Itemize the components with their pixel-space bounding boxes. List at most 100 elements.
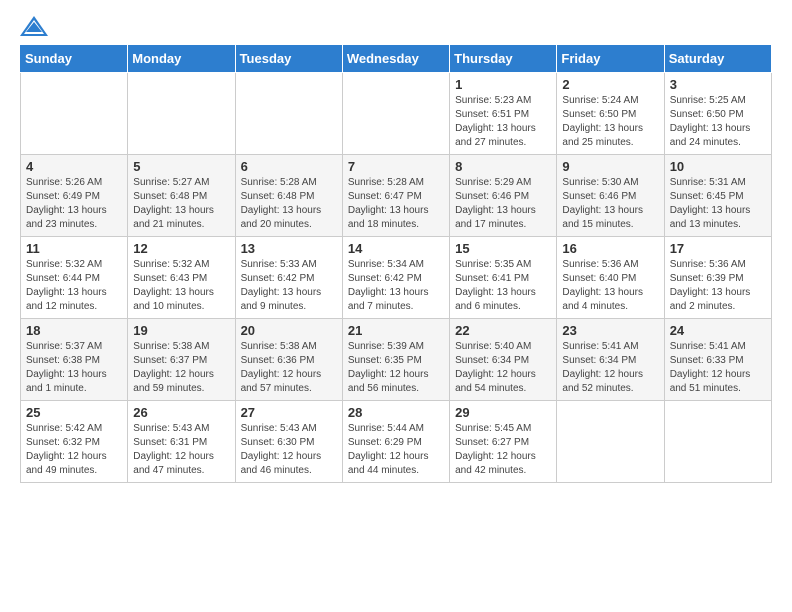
day-info: Sunrise: 5:45 AM Sunset: 6:27 PM Dayligh… <box>455 422 551 478</box>
day-info: Sunrise: 5:33 AM Sunset: 6:42 PM Dayligh… <box>241 258 337 314</box>
day-info: Sunrise: 5:28 AM Sunset: 6:47 PM Dayligh… <box>348 176 444 232</box>
logo <box>20 16 52 36</box>
day-cell: 1 Sunrise: 5:23 AM Sunset: 6:51 PM Daylig… <box>450 73 557 155</box>
day-number: 13 <box>241 241 337 256</box>
day-number: 29 <box>455 405 551 420</box>
day-number: 20 <box>241 323 337 338</box>
day-cell: 3 Sunrise: 5:25 AM Sunset: 6:50 PM Daylig… <box>664 73 771 155</box>
day-info: Sunrise: 5:27 AM Sunset: 6:48 PM Dayligh… <box>133 176 229 232</box>
day-cell: 21 Sunrise: 5:39 AM Sunset: 6:35 PM Dayli… <box>342 319 449 401</box>
week-row-2: 4Sunrise: 5:26 AM Sunset: 6:49 PM Daylig… <box>21 155 772 237</box>
header-row: SundayMondayTuesdayWednesdayThursdayFrid… <box>21 45 772 73</box>
day-number: 6 <box>241 159 337 174</box>
day-info: Sunrise: 5:43 AM Sunset: 6:31 PM Dayligh… <box>133 422 229 478</box>
day-cell: 11 Sunrise: 5:32 AM Sunset: 6:44 PM Dayli… <box>21 237 128 319</box>
day-info: Sunrise: 5:34 AM Sunset: 6:42 PM Dayligh… <box>348 258 444 314</box>
day-cell: 23 Sunrise: 5:41 AM Sunset: 6:34 PM Dayli… <box>557 319 664 401</box>
day-number: 9 <box>562 159 658 174</box>
calendar-header: SundayMondayTuesdayWednesdayThursdayFrid… <box>21 45 772 73</box>
day-cell: 5 Sunrise: 5:27 AM Sunset: 6:48 PM Daylig… <box>128 155 235 237</box>
day-info: Sunrise: 5:36 AM Sunset: 6:40 PM Dayligh… <box>562 258 658 314</box>
header-cell-saturday: Saturday <box>664 45 771 73</box>
day-cell: 19 Sunrise: 5:38 AM Sunset: 6:37 PM Dayli… <box>128 319 235 401</box>
day-info: Sunrise: 5:40 AM Sunset: 6:34 PM Dayligh… <box>455 340 551 396</box>
day-cell: 9 Sunrise: 5:30 AM Sunset: 6:46 PM Daylig… <box>557 155 664 237</box>
day-number: 28 <box>348 405 444 420</box>
day-cell <box>235 73 342 155</box>
day-info: Sunrise: 5:39 AM Sunset: 6:35 PM Dayligh… <box>348 340 444 396</box>
day-info: Sunrise: 5:32 AM Sunset: 6:43 PM Dayligh… <box>133 258 229 314</box>
day-cell: 28Sunrise: 5:44 AM Sunset: 6:29 PM Dayli… <box>342 401 449 483</box>
day-cell: 15Sunrise: 5:35 AM Sunset: 6:41 PM Dayli… <box>450 237 557 319</box>
day-info: Sunrise: 5:42 AM Sunset: 6:32 PM Dayligh… <box>26 422 122 478</box>
day-cell: 20Sunrise: 5:38 AM Sunset: 6:36 PM Dayli… <box>235 319 342 401</box>
day-cell: 6 Sunrise: 5:28 AM Sunset: 6:48 PM Daylig… <box>235 155 342 237</box>
day-number: 21 <box>348 323 444 338</box>
day-info: Sunrise: 5:32 AM Sunset: 6:44 PM Dayligh… <box>26 258 122 314</box>
day-cell: 16 Sunrise: 5:36 AM Sunset: 6:40 PM Dayli… <box>557 237 664 319</box>
day-info: Sunrise: 5:28 AM Sunset: 6:48 PM Dayligh… <box>241 176 337 232</box>
week-row-3: 11 Sunrise: 5:32 AM Sunset: 6:44 PM Dayli… <box>21 237 772 319</box>
day-info: Sunrise: 5:25 AM Sunset: 6:50 PM Dayligh… <box>670 94 766 150</box>
day-number: 26 <box>133 405 229 420</box>
day-number: 25 <box>26 405 122 420</box>
day-number: 15 <box>455 241 551 256</box>
day-cell <box>664 401 771 483</box>
day-cell: 18Sunrise: 5:37 AM Sunset: 6:38 PM Dayli… <box>21 319 128 401</box>
day-cell <box>557 401 664 483</box>
day-cell: 14 Sunrise: 5:34 AM Sunset: 6:42 PM Dayli… <box>342 237 449 319</box>
day-cell: 26 Sunrise: 5:43 AM Sunset: 6:31 PM Dayli… <box>128 401 235 483</box>
day-cell: 29 Sunrise: 5:45 AM Sunset: 6:27 PM Dayli… <box>450 401 557 483</box>
header-cell-sunday: Sunday <box>21 45 128 73</box>
header-cell-wednesday: Wednesday <box>342 45 449 73</box>
day-number: 14 <box>348 241 444 256</box>
day-number: 7 <box>348 159 444 174</box>
day-cell: 12 Sunrise: 5:32 AM Sunset: 6:43 PM Dayli… <box>128 237 235 319</box>
page-header <box>20 16 772 36</box>
day-cell: 25 Sunrise: 5:42 AM Sunset: 6:32 PM Dayli… <box>21 401 128 483</box>
day-cell <box>21 73 128 155</box>
day-number: 8 <box>455 159 551 174</box>
day-number: 1 <box>455 77 551 92</box>
header-cell-thursday: Thursday <box>450 45 557 73</box>
day-cell: 17 Sunrise: 5:36 AM Sunset: 6:39 PM Dayli… <box>664 237 771 319</box>
header-cell-friday: Friday <box>557 45 664 73</box>
header-cell-monday: Monday <box>128 45 235 73</box>
day-info: Sunrise: 5:31 AM Sunset: 6:45 PM Dayligh… <box>670 176 766 232</box>
day-cell: 24 Sunrise: 5:41 AM Sunset: 6:33 PM Dayli… <box>664 319 771 401</box>
day-number: 4 <box>26 159 122 174</box>
day-number: 24 <box>670 323 766 338</box>
day-info: Sunrise: 5:30 AM Sunset: 6:46 PM Dayligh… <box>562 176 658 232</box>
day-info: Sunrise: 5:38 AM Sunset: 6:37 PM Dayligh… <box>133 340 229 396</box>
day-info: Sunrise: 5:41 AM Sunset: 6:34 PM Dayligh… <box>562 340 658 396</box>
day-info: Sunrise: 5:43 AM Sunset: 6:30 PM Dayligh… <box>241 422 337 478</box>
day-info: Sunrise: 5:24 AM Sunset: 6:50 PM Dayligh… <box>562 94 658 150</box>
day-number: 23 <box>562 323 658 338</box>
day-number: 12 <box>133 241 229 256</box>
day-info: Sunrise: 5:23 AM Sunset: 6:51 PM Dayligh… <box>455 94 551 150</box>
day-number: 5 <box>133 159 229 174</box>
day-number: 27 <box>241 405 337 420</box>
day-cell: 10 Sunrise: 5:31 AM Sunset: 6:45 PM Dayli… <box>664 155 771 237</box>
day-cell: 2 Sunrise: 5:24 AM Sunset: 6:50 PM Daylig… <box>557 73 664 155</box>
day-info: Sunrise: 5:37 AM Sunset: 6:38 PM Dayligh… <box>26 340 122 396</box>
day-cell: 4Sunrise: 5:26 AM Sunset: 6:49 PM Daylig… <box>21 155 128 237</box>
day-number: 17 <box>670 241 766 256</box>
day-number: 10 <box>670 159 766 174</box>
week-row-5: 25 Sunrise: 5:42 AM Sunset: 6:32 PM Dayli… <box>21 401 772 483</box>
header-cell-tuesday: Tuesday <box>235 45 342 73</box>
calendar-body: 1 Sunrise: 5:23 AM Sunset: 6:51 PM Daylig… <box>21 73 772 483</box>
day-cell: 22 Sunrise: 5:40 AM Sunset: 6:34 PM Dayli… <box>450 319 557 401</box>
day-number: 16 <box>562 241 658 256</box>
day-number: 19 <box>133 323 229 338</box>
day-number: 11 <box>26 241 122 256</box>
day-number: 22 <box>455 323 551 338</box>
calendar-table: SundayMondayTuesdayWednesdayThursdayFrid… <box>20 44 772 483</box>
day-number: 3 <box>670 77 766 92</box>
day-info: Sunrise: 5:36 AM Sunset: 6:39 PM Dayligh… <box>670 258 766 314</box>
day-number: 2 <box>562 77 658 92</box>
day-info: Sunrise: 5:41 AM Sunset: 6:33 PM Dayligh… <box>670 340 766 396</box>
day-cell: 13 Sunrise: 5:33 AM Sunset: 6:42 PM Dayli… <box>235 237 342 319</box>
day-cell: 7 Sunrise: 5:28 AM Sunset: 6:47 PM Daylig… <box>342 155 449 237</box>
week-row-1: 1 Sunrise: 5:23 AM Sunset: 6:51 PM Daylig… <box>21 73 772 155</box>
